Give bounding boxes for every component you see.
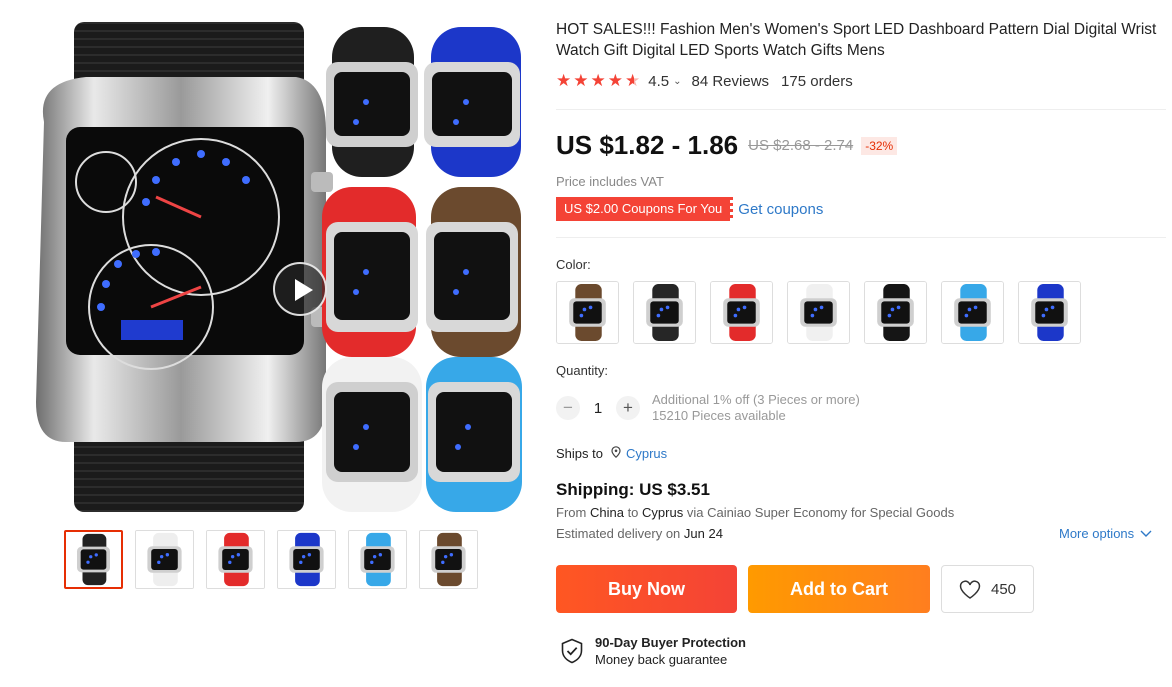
- color-swatch-brown[interactable]: [556, 281, 619, 344]
- rating-value[interactable]: 4.5: [648, 73, 669, 90]
- bulk-discount-note: Additional 1% off (3 Pieces or more): [652, 392, 860, 407]
- gallery-thumbnail[interactable]: [64, 530, 123, 589]
- from-prefix: From: [556, 505, 587, 520]
- decrease-quantity-button[interactable]: −: [556, 396, 580, 420]
- chevron-down-icon: [1140, 527, 1152, 541]
- shipping-method: via Cainiao Super Economy for Special Go…: [686, 505, 955, 520]
- more-shipping-options-link[interactable]: More options: [1059, 526, 1152, 541]
- orders-count: 175 orders: [781, 72, 853, 90]
- divider: [556, 237, 1166, 238]
- reviews-link[interactable]: 84 Reviews: [692, 73, 770, 90]
- product-title: HOT SALES!!! Fashion Men's Women's Sport…: [556, 21, 1157, 59]
- color-swatch-sky-blue[interactable]: [941, 281, 1004, 344]
- to-country: Cyprus: [642, 505, 684, 520]
- stock-available: 15210 Pieces available: [652, 408, 786, 423]
- ships-to-label: Ships to: [556, 446, 603, 461]
- estimated-delivery: Estimated delivery on Jun 24: [556, 526, 723, 541]
- main-product-image[interactable]: [26, 22, 522, 512]
- gallery-thumbnail[interactable]: [135, 530, 194, 589]
- ships-to-country-link[interactable]: Cyprus: [626, 446, 667, 461]
- star-icon: ★: [573, 71, 589, 90]
- shipping-route: From China to Cyprus via Cainiao Super E…: [556, 505, 954, 520]
- increase-quantity-button[interactable]: +: [616, 396, 640, 420]
- quantity-info: Additional 1% off (3 Pieces or more) 152…: [652, 392, 860, 424]
- gallery-thumbnail[interactable]: [348, 530, 407, 589]
- current-price: US $1.82 - 1.86: [556, 130, 739, 160]
- color-swatch-red[interactable]: [710, 281, 773, 344]
- color-label: Color:: [556, 257, 591, 272]
- heart-icon: [959, 579, 981, 599]
- star-icon: ★: [607, 71, 623, 90]
- rating-stars: ★ ★ ★ ★ ★: [556, 72, 640, 90]
- delivery-date: Jun 24: [683, 526, 723, 541]
- get-coupons-link[interactable]: Get coupons: [738, 201, 823, 218]
- buy-now-button[interactable]: Buy Now: [556, 565, 737, 613]
- quantity-input[interactable]: 1: [580, 400, 616, 417]
- wishlist-button[interactable]: 450: [941, 565, 1034, 613]
- quantity-label: Quantity:: [556, 363, 609, 378]
- star-icon: ★: [556, 71, 572, 90]
- quantity-stepper: − 1 + Additional 1% off (3 Pieces or mor…: [556, 392, 860, 424]
- wishlist-count: 450: [990, 580, 1017, 598]
- shipping-cost: Shipping: US $3.51: [556, 480, 710, 499]
- more-options-label: More options: [1059, 526, 1135, 541]
- protection-title: 90-Day Buyer Protection: [595, 635, 746, 650]
- chevron-down-icon[interactable]: ⌄: [673, 76, 681, 87]
- gallery-thumbnail[interactable]: [206, 530, 265, 589]
- original-price: US $2.68 - 2.74: [748, 137, 854, 154]
- add-to-cart-button[interactable]: Add to Cart: [748, 565, 930, 613]
- star-icon: ★: [625, 71, 641, 90]
- location-pin-icon: [611, 446, 621, 461]
- color-swatch-blue[interactable]: [1018, 281, 1081, 344]
- color-swatch-white[interactable]: [787, 281, 850, 344]
- vat-note: Price includes VAT: [556, 174, 664, 189]
- discount-badge: -32%: [861, 136, 898, 155]
- coupon-row: US $2.00 Coupons For You Get coupons: [556, 197, 823, 221]
- watch-illustration: [36, 22, 522, 512]
- delivery-prefix: Estimated delivery on: [556, 526, 681, 541]
- price-row: US $1.82 - 1.86 US $2.68 - 2.74 -32%: [556, 130, 898, 161]
- from-country: China: [589, 505, 624, 520]
- rating-row: ★ ★ ★ ★ ★ 4.5 ⌄ 84 Reviews 175 orders: [556, 72, 853, 90]
- play-video-button[interactable]: [273, 262, 327, 316]
- gallery-thumbnail[interactable]: [277, 530, 336, 589]
- action-buttons: Buy Now Add to Cart 450: [556, 565, 1034, 613]
- color-swatch-black-2[interactable]: [864, 281, 927, 344]
- coupon-badge[interactable]: US $2.00 Coupons For You: [556, 197, 734, 221]
- color-swatches: [556, 281, 1081, 344]
- color-swatch-black[interactable]: [633, 281, 696, 344]
- protection-subtitle: Money back guarantee: [595, 652, 728, 667]
- buyer-protection: 90-Day Buyer Protection Money back guara…: [560, 634, 746, 668]
- ships-to-row: Ships to Cyprus: [556, 446, 667, 461]
- shield-check-icon: [561, 638, 583, 664]
- to-word: to: [627, 505, 639, 520]
- star-icon: ★: [590, 71, 606, 90]
- gallery-thumbnail[interactable]: [419, 530, 478, 589]
- divider: [556, 109, 1166, 110]
- thumbnail-strip: [64, 530, 478, 589]
